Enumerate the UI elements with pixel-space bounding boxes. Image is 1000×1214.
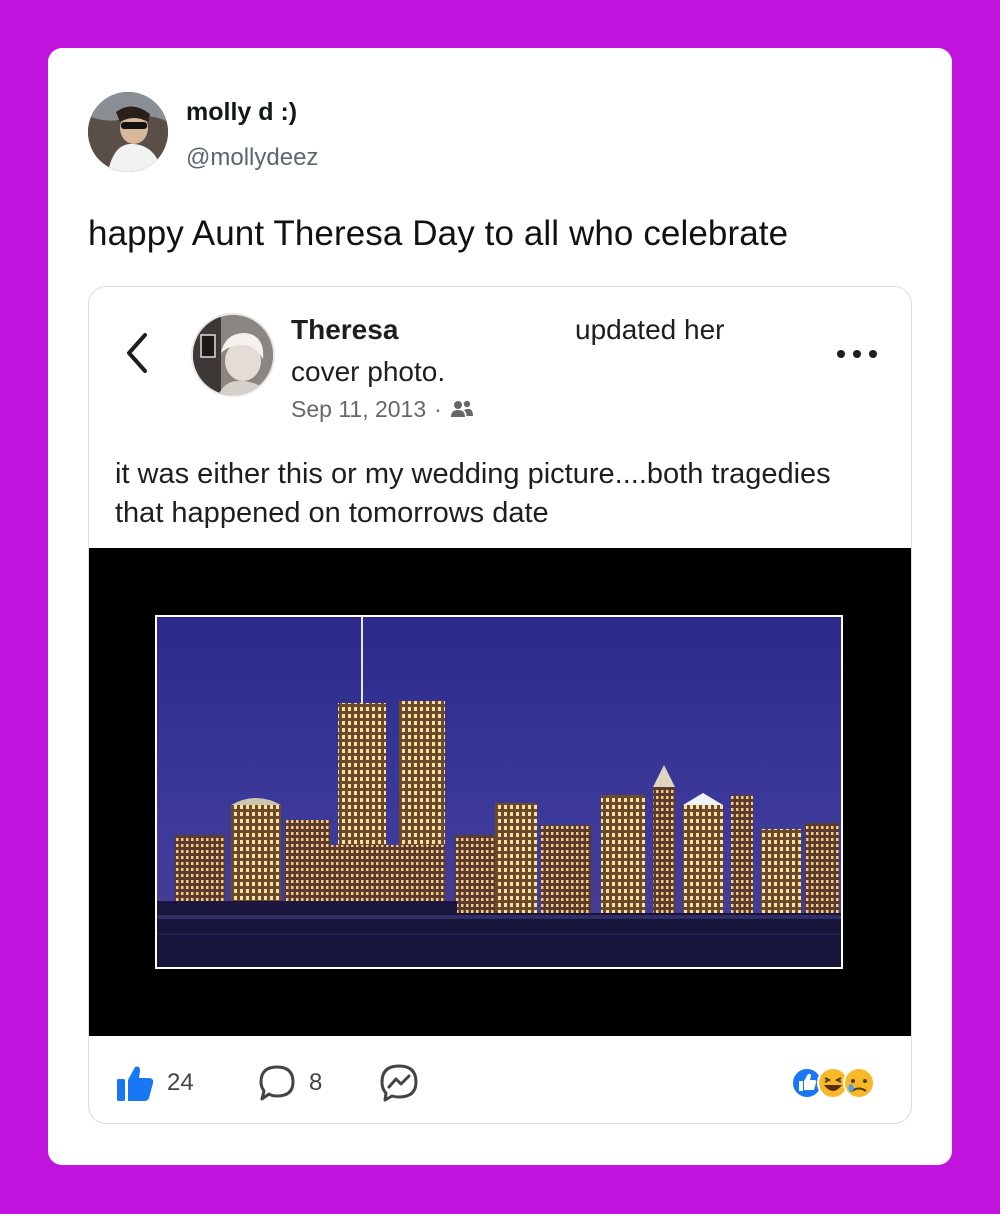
sad-reaction-icon bbox=[843, 1067, 875, 1099]
post-actions: 24 8 bbox=[89, 1057, 911, 1113]
user-avatar[interactable] bbox=[88, 92, 168, 172]
post-action-text: updated her bbox=[575, 314, 725, 345]
tweet-text: happy Aunt Theresa Day to all who celebr… bbox=[88, 214, 789, 253]
comment-icon bbox=[259, 1065, 295, 1101]
skyline-image bbox=[155, 615, 843, 969]
reaction-icons[interactable] bbox=[789, 1063, 889, 1103]
display-name[interactable]: molly d :) bbox=[186, 98, 297, 127]
thumbs-up-icon bbox=[117, 1066, 154, 1101]
post-action-text-line2: cover photo. bbox=[291, 356, 446, 387]
more-options-icon[interactable] bbox=[833, 343, 881, 365]
embedded-facebook-post: Theresa updated her cover photo. Sep 11,… bbox=[88, 286, 912, 1124]
poster-avatar[interactable] bbox=[191, 313, 275, 397]
post-date[interactable]: Sep 11, 2013 bbox=[291, 393, 426, 425]
redaction-block bbox=[399, 305, 575, 353]
comment-count: 8 bbox=[309, 1069, 323, 1096]
like-count: 24 bbox=[167, 1069, 194, 1096]
like-action[interactable]: 24 bbox=[115, 1063, 194, 1103]
comment-action[interactable]: 8 bbox=[257, 1063, 322, 1103]
post-text: it was either this or my wedding picture… bbox=[115, 458, 831, 529]
messenger-icon bbox=[380, 1064, 418, 1102]
poster-name[interactable]: Theresa bbox=[291, 311, 398, 349]
user-handle[interactable]: @mollydeez bbox=[186, 144, 318, 172]
cover-photo[interactable] bbox=[89, 548, 911, 1036]
friends-icon bbox=[450, 400, 473, 417]
meta-separator: · bbox=[434, 396, 442, 422]
tweet-card: molly d :) @mollydeez happy Aunt Theresa… bbox=[48, 48, 952, 1165]
post-meta: Sep 11, 2013 · bbox=[291, 393, 474, 425]
back-arrow-icon[interactable] bbox=[117, 327, 157, 379]
messenger-share-action[interactable] bbox=[379, 1063, 419, 1103]
